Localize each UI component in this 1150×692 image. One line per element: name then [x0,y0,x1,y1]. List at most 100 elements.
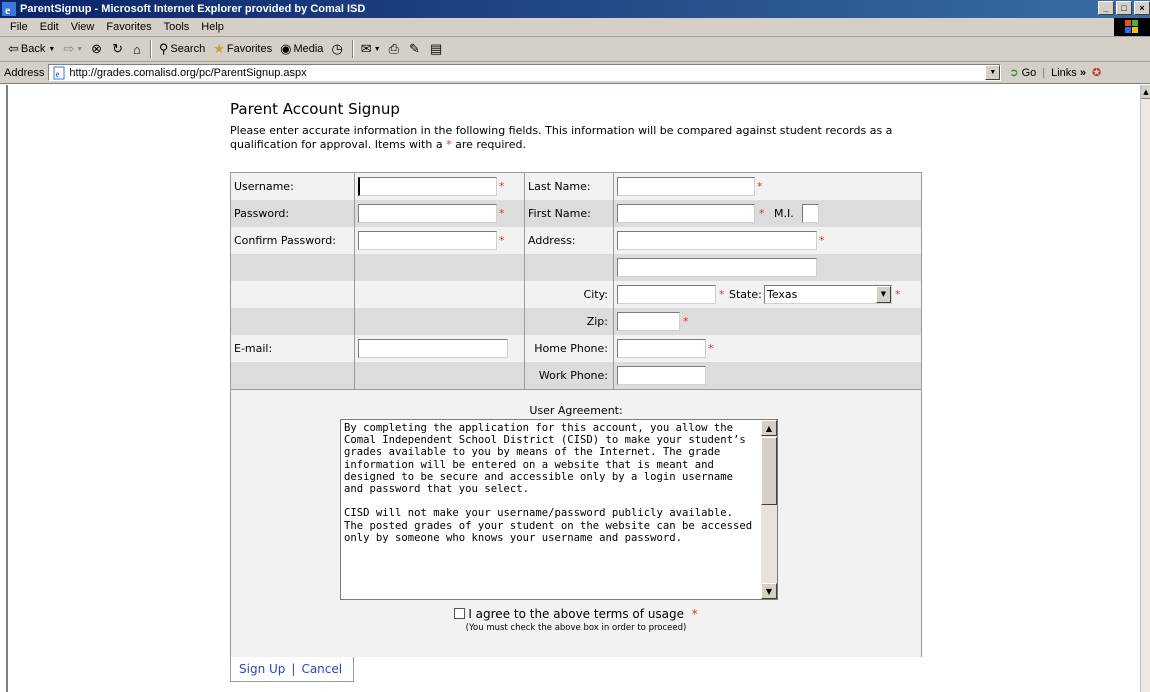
username-label: Username: [234,180,294,193]
window-controls: _ □ × [1096,1,1150,15]
address-line2-input[interactable] [617,258,817,277]
middle-initial-input[interactable] [802,204,819,223]
stop-button[interactable]: ⊗ [87,39,108,59]
address-line1-input[interactable] [617,231,817,250]
forward-dropdown-icon: ▼ [76,45,84,53]
edit-icon: ✎ [409,41,420,56]
column-divider [613,173,614,389]
last-name-label: Last Name: [528,180,591,193]
page-icon: e [53,66,65,79]
agree-note: (You must check the above box in order t… [465,623,687,633]
favorites-icon: ★ [213,41,225,56]
edit-button[interactable]: ✎ [405,39,426,59]
scroll-up-icon[interactable]: ▲ [1141,85,1150,99]
print-icon: ⎙ [388,41,400,56]
user-agreement-label: User Agreement: [529,404,623,417]
email-label: E-mail: [234,342,273,355]
required-star: * [708,342,714,355]
history-icon: ◷ [331,41,343,56]
address-dropdown-icon[interactable]: ▼ [985,65,1001,80]
chevron-down-icon[interactable]: ▼ [876,286,891,303]
address-input[interactable]: e http://grades.comalisd.org/pc/ParentSi… [48,64,1002,81]
email-input[interactable] [358,339,508,358]
links-button[interactable]: Links » [1051,67,1086,79]
refresh-button[interactable]: ↻ [108,39,129,59]
go-button[interactable]: ➲ Go [1009,66,1036,80]
column-divider [524,173,525,389]
menu-favorites[interactable]: Favorites [100,21,157,33]
menu-tools[interactable]: Tools [158,21,196,33]
agree-checkbox[interactable] [454,608,466,619]
column-divider [354,173,355,389]
home-button[interactable]: ⌂ [129,39,147,59]
forward-button[interactable]: ⇨ ▼ [59,39,87,59]
maximize-button[interactable]: □ [1116,1,1132,15]
menu-help[interactable]: Help [195,21,230,33]
username-input[interactable] [358,177,497,196]
middle-initial-label: M.I. [774,207,794,220]
scroll-up-icon[interactable]: ▲ [761,420,777,436]
work-phone-input[interactable] [617,366,706,385]
first-name-input[interactable] [617,204,755,223]
form-row [231,254,921,281]
required-star: * [499,180,505,193]
extension-icon[interactable]: ✪ [1092,66,1101,79]
required-star: * [683,315,689,328]
last-name-input[interactable] [617,177,755,196]
state-select[interactable]: Texas ▼ [764,285,892,304]
zip-input[interactable] [617,312,680,331]
required-star: * [691,607,698,621]
confirm-password-input[interactable] [358,231,497,250]
required-star: * [895,288,901,301]
svg-text:e: e [5,3,11,16]
back-arrow-icon: ⇦ [8,41,19,56]
page-scrollbar[interactable]: ▲ [1140,85,1150,692]
scroll-down-icon[interactable]: ▼ [761,583,777,599]
required-star: * [499,234,505,247]
back-button[interactable]: ⇦ Back ▼ [4,39,59,59]
search-button[interactable]: ⚲ Search [155,39,209,59]
scroll-thumb[interactable] [761,437,777,505]
refresh-icon: ↻ [112,41,123,56]
menu-view[interactable]: View [65,21,101,33]
close-button[interactable]: × [1134,1,1150,15]
form-actions: Sign Up | Cancel [230,657,354,682]
discuss-button[interactable]: ▤ [426,39,448,59]
menu-file[interactable]: File [4,21,34,33]
print-button[interactable]: ⎙ [385,39,405,59]
user-agreement-textarea[interactable]: By completing the application for this a… [340,419,778,600]
search-icon: ⚲ [158,41,169,56]
home-phone-input[interactable] [617,339,706,358]
intro-text: Please enter accurate information in the… [230,124,893,151]
forward-arrow-icon: ⇨ [63,41,75,56]
work-phone-label: Work Phone: [538,369,608,382]
required-star: * [719,288,725,301]
media-button[interactable]: ◉ Media [276,39,327,59]
address-bar: Address e http://grades.comalisd.org/pc/… [0,62,1150,84]
window-titlebar: e ParentSignup - Microsoft Internet Expl… [0,0,1150,18]
menu-edit[interactable]: Edit [34,21,65,33]
history-button[interactable]: ◷ [327,39,348,59]
go-arrow-icon: ➲ [1009,67,1019,79]
mail-button[interactable]: ✉ ▼ [357,39,385,59]
svg-text:e: e [56,69,60,79]
address-label: Address [4,66,45,79]
home-icon: ⌂ [132,41,141,57]
city-input[interactable] [617,285,716,304]
agreement-scrollbar[interactable]: ▲ ▼ [761,420,777,599]
cancel-link[interactable]: Cancel [301,662,342,676]
window-title: ParentSignup - Microsoft Internet Explor… [20,3,366,15]
media-icon: ◉ [280,41,292,56]
favorites-button[interactable]: ★ Favorites [209,39,276,59]
password-input[interactable] [358,204,497,223]
agree-label[interactable]: I agree to the above terms of usage [468,607,684,621]
required-star: * [759,207,765,220]
minimize-button[interactable]: _ [1098,1,1114,15]
city-label: City: [583,288,608,301]
toolbar-separator [149,40,152,58]
agreement-section: User Agreement: By completing the applic… [231,389,921,657]
sign-up-link[interactable]: Sign Up [239,662,285,676]
stop-icon: ⊗ [91,41,103,56]
agree-row: I agree to the above terms of usage * [231,607,921,621]
confirm-password-label: Confirm Password: [234,234,336,247]
